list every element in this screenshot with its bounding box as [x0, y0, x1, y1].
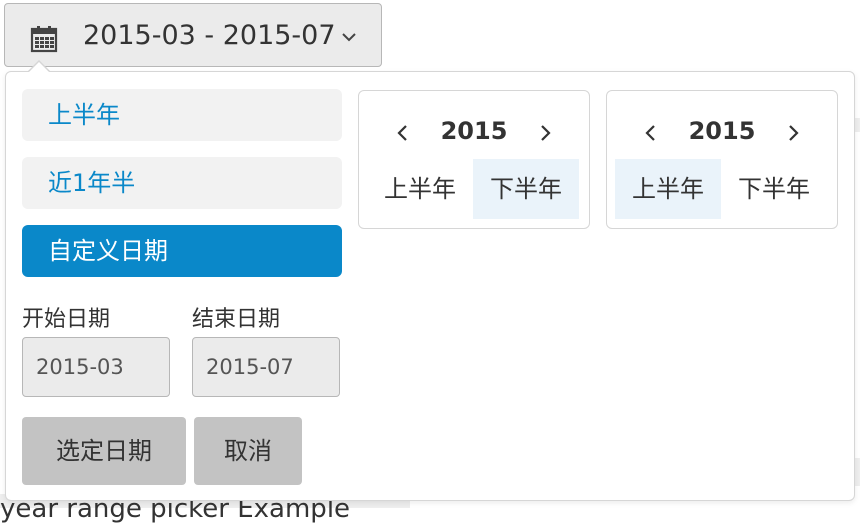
next-year-icon[interactable]	[781, 121, 805, 145]
start-date-input[interactable]	[22, 337, 170, 397]
half-first[interactable]: 上半年	[615, 159, 721, 219]
end-date-label: 结束日期	[192, 307, 281, 332]
dropdown-caret-fill	[28, 62, 50, 73]
start-half-panel: 2015 上半年 下半年	[358, 90, 590, 229]
chevron-down-icon	[342, 33, 356, 42]
cancel-button[interactable]: 取消	[194, 417, 302, 485]
range-custom[interactable]: 自定义日期	[22, 225, 342, 277]
apply-date-button[interactable]: 选定日期	[22, 417, 186, 485]
start-date-label: 开始日期	[22, 307, 111, 332]
calendar-icon	[30, 26, 58, 53]
half-first[interactable]: 上半年	[367, 159, 473, 219]
half-second[interactable]: 下半年	[721, 159, 827, 219]
date-range-trigger[interactable]: 2015-03 - 2015-07	[4, 3, 382, 67]
half-second[interactable]: 下半年	[473, 159, 579, 219]
end-date-input[interactable]	[192, 337, 340, 397]
range-first-half[interactable]: 上半年	[22, 89, 342, 141]
end-half-panel: 2015 上半年 下半年	[606, 90, 838, 229]
range-last-year-and-half[interactable]: 近1年半	[22, 157, 342, 209]
date-range-label: 2015-03 - 2015-07	[83, 20, 336, 51]
next-year-icon[interactable]	[533, 121, 557, 145]
